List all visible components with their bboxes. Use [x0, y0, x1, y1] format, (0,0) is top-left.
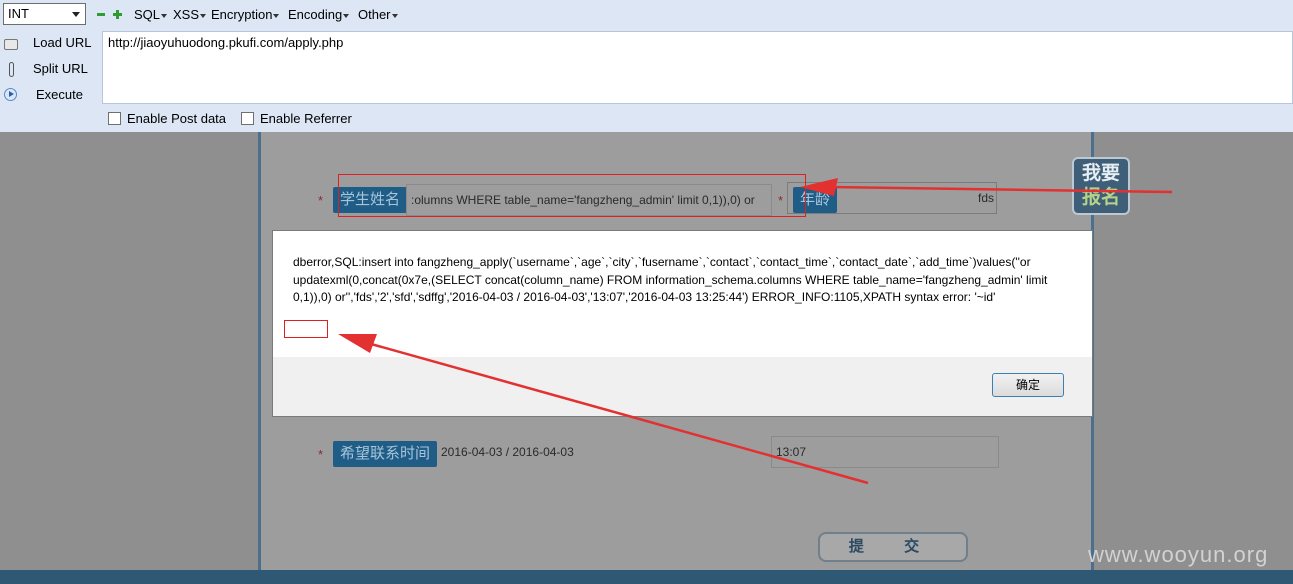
checkbox-box	[241, 112, 254, 125]
menu-other-label: Other	[358, 7, 391, 22]
caret-down-icon	[161, 13, 168, 18]
alert-dialog-body: dberror,SQL:insert into fangzheng_apply(…	[273, 231, 1092, 357]
type-select-value: INT	[8, 6, 29, 21]
execute-icon	[4, 88, 17, 101]
join-badge[interactable]: 我要 报名	[1072, 157, 1130, 215]
submit-button[interactable]: 提 交	[818, 532, 968, 562]
join-badge-line2: 报名	[1081, 187, 1120, 208]
enable-post-data-checkbox[interactable]: Enable Post data	[108, 111, 226, 126]
menu-xss-label: XSS	[173, 7, 200, 22]
join-badge-line1: 我要	[1081, 163, 1120, 184]
checkbox-box	[108, 112, 121, 125]
execute-button[interactable]: Execute	[0, 83, 100, 107]
enable-referrer-checkbox[interactable]: Enable Referrer	[241, 111, 352, 126]
enable-post-data-label: Enable Post data	[127, 111, 227, 126]
caret-down-icon	[200, 13, 207, 18]
load-url-button[interactable]: Load URL	[0, 31, 100, 55]
decrease-icon[interactable]	[97, 10, 105, 18]
ok-button[interactable]: 确定	[992, 373, 1064, 397]
menu-encoding[interactable]: Encoding	[288, 7, 350, 22]
age-value: fds	[977, 191, 994, 205]
split-url-button[interactable]: Split URL	[0, 57, 100, 81]
enable-referrer-label: Enable Referrer	[260, 111, 352, 126]
contact-time-label: 希望联系时间	[333, 441, 438, 467]
url-textarea[interactable]: http://jiaoyuhuodong.pkufi.com/apply.php	[102, 31, 1293, 104]
caret-down-icon	[343, 13, 350, 18]
menu-encryption[interactable]: Encryption	[211, 7, 280, 22]
alert-message: dberror,SQL:insert into fangzheng_apply(…	[293, 255, 1051, 304]
execute-label: Execute	[36, 87, 83, 102]
chevron-down-icon	[72, 12, 80, 17]
annotation-box-injected-field	[338, 174, 806, 217]
split-url-label: Split URL	[33, 61, 88, 76]
menu-sql-label: SQL	[134, 7, 161, 22]
caret-down-icon	[391, 13, 398, 18]
footer-strip	[0, 570, 1293, 584]
load-url-label: Load URL	[33, 35, 92, 50]
alert-dialog: dberror,SQL:insert into fangzheng_apply(…	[272, 230, 1093, 417]
menu-other[interactable]: Other	[358, 7, 398, 22]
contact-date-input[interactable]: 2016-04-03 / 2016-04-03	[437, 437, 767, 469]
url-value: http://jiaoyuhuodong.pkufi.com/apply.php	[108, 35, 344, 50]
load-url-icon	[4, 39, 18, 50]
increase-icon[interactable]	[113, 10, 122, 19]
required-mark: *	[318, 447, 324, 462]
annotation-box-error-result	[284, 320, 328, 338]
caret-down-icon	[273, 13, 280, 18]
menu-encoding-label: Encoding	[288, 7, 343, 22]
required-mark: *	[318, 193, 324, 208]
menu-encryption-label: Encryption	[211, 7, 273, 22]
contact-time-input[interactable]: 13:07	[771, 436, 999, 468]
watermark-text: www.wooyun.org	[1088, 542, 1269, 567]
age-input[interactable]: fds	[787, 182, 997, 214]
contact-date-value: 2016-04-03 / 2016-04-03	[441, 445, 574, 459]
type-select[interactable]: INT	[3, 3, 86, 25]
contact-time-value: 13:07	[776, 445, 807, 459]
menu-xss[interactable]: XSS	[173, 7, 207, 22]
menu-sql[interactable]: SQL	[134, 7, 168, 22]
hackbar-toolbar: INT SQL XSS Encryption Encoding Other Lo…	[0, 0, 1293, 132]
hackbar-menu-row: INT SQL XSS Encryption Encoding Other	[0, 0, 1293, 30]
split-url-icon	[4, 62, 18, 77]
